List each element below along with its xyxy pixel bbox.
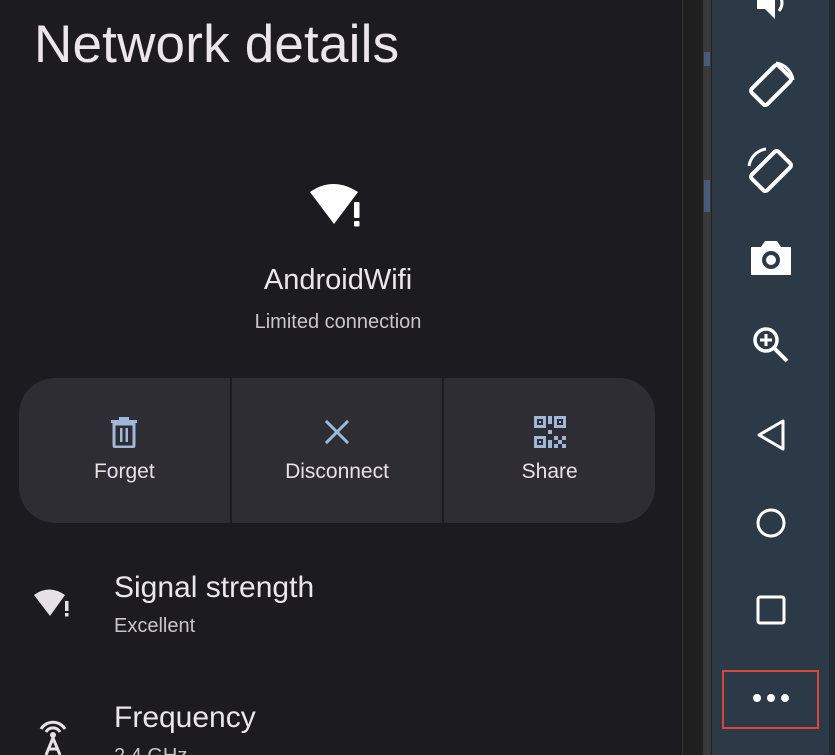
- divider-mark: [704, 180, 710, 212]
- action-bar: Forget Disconnect Share: [19, 378, 655, 523]
- rotate-left-icon: [746, 60, 796, 115]
- page-title: Network details: [34, 15, 400, 74]
- window-divider: [682, 0, 713, 755]
- signal-strength-title: Signal strength: [114, 571, 315, 604]
- signal-strength-row[interactable]: Signal strength Excellent: [0, 571, 676, 661]
- frequency-row[interactable]: Frequency 2.4 GHz: [0, 701, 676, 755]
- screenshot-button[interactable]: [722, 229, 820, 291]
- zoom-button[interactable]: [722, 316, 820, 378]
- connection-status: Limited connection: [254, 311, 422, 333]
- frequency-value: 2.4 GHz: [114, 745, 187, 755]
- wifi-alert-icon: [306, 180, 368, 235]
- android-screen: Network details AndroidWifi Limited conn…: [0, 0, 682, 755]
- more-dots-icon: [751, 691, 791, 709]
- more-button[interactable]: [722, 670, 819, 729]
- rotate-right-button[interactable]: [722, 142, 820, 204]
- back-triangle-icon: [755, 418, 787, 457]
- divider-edge: [703, 0, 711, 755]
- zoom-in-icon: [751, 325, 791, 370]
- qr-code-icon: [533, 416, 566, 448]
- rotate-left-button[interactable]: [722, 56, 820, 118]
- wifi-alert-icon: [33, 587, 73, 624]
- forget-label: Forget: [93, 460, 155, 483]
- emulator-toolbar: [712, 0, 835, 755]
- frequency-title: Frequency: [114, 701, 256, 734]
- overview-square-icon: [755, 594, 787, 631]
- home-circle-icon: [754, 506, 788, 545]
- volume-icon: [751, 0, 791, 28]
- network-name: AndroidWifi: [263, 264, 413, 296]
- disconnect-button[interactable]: Disconnect: [229, 378, 443, 523]
- rotate-right-icon: [746, 146, 796, 201]
- share-label: Share: [521, 460, 578, 483]
- overview-button[interactable]: [722, 581, 820, 643]
- divider-mark: [704, 52, 710, 66]
- share-button[interactable]: Share: [442, 378, 655, 523]
- home-button[interactable]: [722, 494, 820, 556]
- volume-down-button[interactable]: [722, 0, 820, 36]
- antenna-icon: [33, 711, 73, 755]
- trash-icon: [109, 416, 139, 448]
- camera-icon: [749, 239, 793, 282]
- back-button[interactable]: [722, 406, 820, 468]
- close-icon: [324, 416, 350, 448]
- disconnect-label: Disconnect: [285, 460, 389, 483]
- forget-button[interactable]: Forget: [19, 378, 230, 523]
- signal-strength-value: Excellent: [114, 615, 196, 637]
